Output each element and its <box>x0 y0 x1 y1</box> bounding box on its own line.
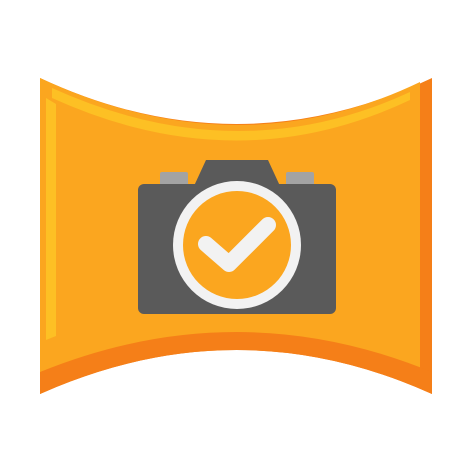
camera-right-button <box>286 172 314 186</box>
panorama-camera-check-icon <box>40 78 432 394</box>
camera-left-button <box>160 172 188 186</box>
icon-stage <box>0 0 474 474</box>
panorama-frame-left-highlight <box>46 98 56 340</box>
